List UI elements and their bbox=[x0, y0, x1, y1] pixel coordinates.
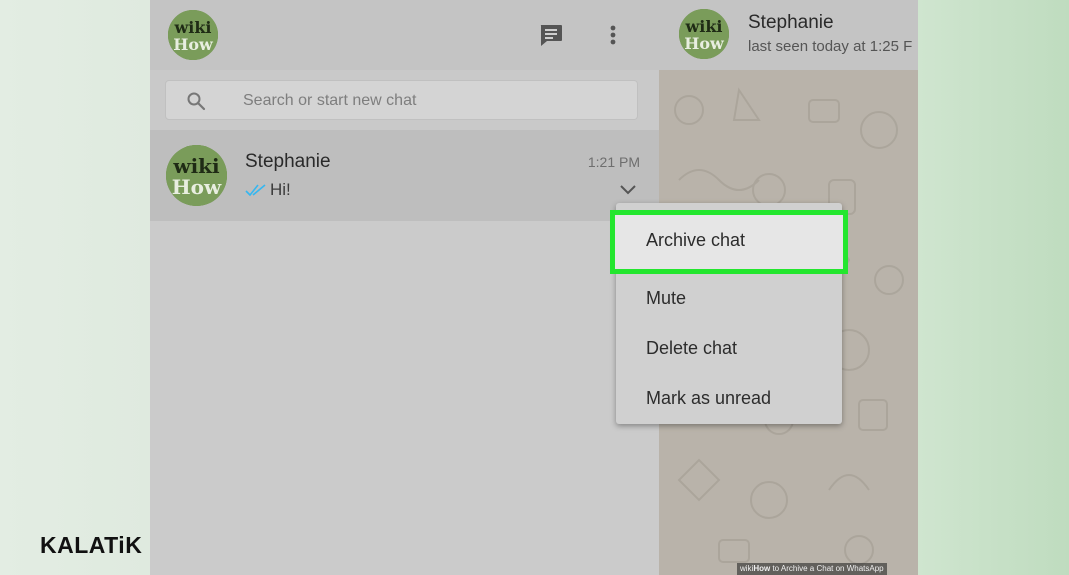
search-input[interactable]: Search or start new chat bbox=[165, 80, 638, 120]
menu-item-mute[interactable]: Mute bbox=[616, 274, 842, 324]
wikihow-logo: wiki How bbox=[166, 145, 227, 206]
sidebar-header: wiki How bbox=[150, 0, 659, 70]
wikihow-logo: wiki How bbox=[679, 9, 729, 59]
chat-context-menu: Archive chat Mute Delete chat Mark as un… bbox=[610, 203, 848, 424]
contact-name: Stephanie bbox=[245, 151, 331, 172]
article-caption: wikiHow to Archive a Chat on WhatsApp bbox=[737, 563, 887, 575]
new-chat-icon bbox=[540, 25, 562, 46]
new-chat-button[interactable] bbox=[536, 20, 566, 50]
search-icon bbox=[187, 92, 206, 111]
caption-prefix: wiki bbox=[740, 564, 754, 573]
conversation-contact-name: Stephanie bbox=[748, 12, 834, 33]
contact-avatar[interactable]: wiki How bbox=[166, 145, 227, 206]
user-avatar[interactable]: wiki How bbox=[168, 10, 218, 60]
last-seen-status: last seen today at 1:25 F bbox=[748, 38, 913, 55]
contact-avatar[interactable]: wiki How bbox=[679, 9, 729, 59]
menu-item-label: Delete chat bbox=[646, 338, 738, 358]
svg-text:How: How bbox=[173, 35, 214, 54]
menu-item-mark-as-unread[interactable]: Mark as unread bbox=[616, 374, 842, 424]
menu-button[interactable] bbox=[598, 20, 628, 50]
search-bar: Search or start new chat bbox=[150, 70, 659, 130]
menu-dots-icon bbox=[610, 25, 616, 45]
brand-logo: KALATiK bbox=[40, 532, 143, 558]
menu-item-label: Mute bbox=[646, 288, 687, 308]
last-message-preview: Hi! bbox=[270, 180, 291, 199]
svg-text:How: How bbox=[684, 34, 725, 53]
caption-text: to Archive a Chat on WhatsApp bbox=[770, 564, 884, 573]
whatsapp-web-window: wiki How Search or start new chat wiki H… bbox=[150, 0, 918, 575]
menu-item-archive-chat[interactable]: Archive chat bbox=[610, 210, 848, 274]
message-time: 1:21 PM bbox=[587, 154, 640, 170]
double-check-icon bbox=[245, 184, 266, 197]
conversation-header[interactable]: wiki How Stephanie last seen today at 1:… bbox=[659, 0, 918, 70]
menu-item-delete-chat[interactable]: Delete chat bbox=[616, 324, 842, 374]
menu-item-label: Archive chat bbox=[646, 230, 746, 250]
caption-bold: How bbox=[753, 564, 771, 573]
search-placeholder: Search or start new chat bbox=[243, 92, 417, 109]
svg-text:How: How bbox=[172, 175, 222, 199]
chevron-down-icon[interactable] bbox=[618, 182, 638, 198]
chat-list-item[interactable]: wiki How Stephanie 1:21 PM Hi! bbox=[150, 130, 659, 221]
chat-list-pane: wiki How Search or start new chat wiki H… bbox=[150, 0, 659, 575]
wikihow-logo: wiki How bbox=[168, 10, 218, 60]
menu-item-label: Mark as unread bbox=[646, 388, 772, 408]
